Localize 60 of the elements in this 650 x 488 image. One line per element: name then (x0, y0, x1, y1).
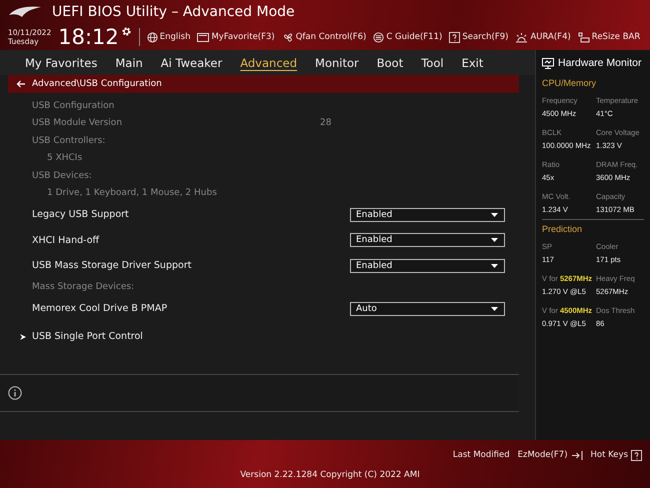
info-value: 1 Drive, 1 Keyboard, 1 Mouse, 2 Hubs (47, 188, 217, 198)
exit-icon (570, 450, 583, 460)
resize-icon (578, 32, 590, 42)
setting-label: XHCI Hand-off (32, 234, 100, 246)
monitor-icon (542, 58, 554, 68)
caret-icon (491, 238, 498, 242)
info-label: Mass Storage Devices: (32, 282, 136, 292)
logo-icon (8, 5, 42, 19)
info-value: 5 XHCIs (47, 153, 82, 164)
submenu-link[interactable]: USB Single Port Control (32, 331, 143, 342)
setting-label: USB Mass Storage Driver Support (32, 260, 192, 272)
panel-title: Hardware Monitor (558, 57, 642, 69)
dropdown[interactable]: Enabled (350, 208, 505, 222)
menu-tab[interactable]: Exit (452, 56, 492, 70)
caret-icon (491, 306, 498, 311)
toolbar-button[interactable]: C Guide(F11) (373, 32, 442, 42)
dropdown[interactable]: Enabled (350, 233, 505, 248)
globe-icon (146, 32, 158, 42)
settings-icon[interactable] (120, 26, 132, 37)
toolbar-button[interactable]: AURA(F4) (515, 32, 571, 42)
chevron-icon (20, 334, 26, 340)
info-icon (8, 386, 22, 400)
setting-label: Memorex Cool Drive B PMAP (32, 303, 168, 314)
menu-tab[interactable]: Main (106, 56, 152, 70)
info-label: USB Module Version (32, 118, 124, 128)
setting-label: Legacy USB Support (32, 209, 130, 220)
menu-tab[interactable]: Boot (368, 56, 412, 70)
menu-tab[interactable]: Ai Tweaker (152, 56, 232, 70)
toolbar-button[interactable]: Search(F9) (449, 32, 508, 42)
info-label: USB Controllers: (32, 136, 106, 146)
aura-icon (515, 32, 528, 42)
section-title: Prediction (542, 224, 584, 234)
help-icon (449, 32, 460, 42)
section-title: CPU/Memory (542, 78, 598, 88)
help-icon (631, 450, 642, 460)
toolbar-button[interactable]: Qfan Control(F6) (282, 32, 366, 42)
dropdown[interactable]: Enabled (350, 258, 505, 273)
toolbar-button[interactable]: English (146, 32, 190, 42)
breadcrumb: Advanced\USB Configuration (32, 79, 162, 89)
caret-icon (491, 212, 498, 217)
back-arrow-icon[interactable] (16, 80, 26, 88)
footer-button[interactable]: EzMode(F7) (518, 450, 583, 460)
toolbar-button[interactable]: MyFavorite(F3) (197, 32, 275, 42)
footer-button[interactable]: Last Modified (452, 450, 510, 460)
info-value: 28 (320, 118, 332, 128)
menu-tab[interactable]: Advanced (231, 56, 306, 70)
folder-icon (197, 32, 210, 42)
menu-tab[interactable]: Tool (412, 56, 453, 70)
dropdown[interactable]: Auto (350, 302, 505, 316)
window-title: UEFI BIOS Utility – Advanced Mode (52, 4, 295, 20)
version-text: Version 2.22.1284 Copyright (C) 2022 AMI (239, 470, 420, 480)
info-label: USB Devices: (32, 170, 93, 181)
clock-time: 18:12 (58, 26, 119, 48)
menu-tab[interactable]: Monitor (306, 56, 368, 70)
fan-icon (282, 32, 294, 42)
info-label: USB Configuration (32, 100, 116, 111)
caret-icon (491, 264, 498, 268)
menu-tab[interactable]: My Favorites (16, 56, 106, 70)
footer-button[interactable]: Hot Keys (590, 450, 642, 460)
toolbar-button[interactable]: ReSize BAR (578, 32, 640, 42)
